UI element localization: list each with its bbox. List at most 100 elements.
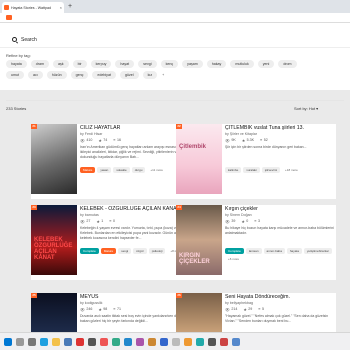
story-card[interactable]: #5 MEYUS by kodigusslik 👁 246 ★ 98 ≡ 71 Duvarda a… bbox=[31, 293, 191, 332]
task-view-icon[interactable] bbox=[28, 338, 36, 346]
tag-chip[interactable]: kız bbox=[142, 71, 158, 79]
app-icon[interactable] bbox=[76, 338, 84, 346]
tag-chip[interactable]: mutluluk bbox=[230, 60, 254, 68]
store-icon[interactable] bbox=[64, 338, 72, 346]
rank-badge: #1 bbox=[31, 124, 37, 129]
app-icon[interactable] bbox=[112, 338, 120, 346]
new-tab-button[interactable]: + bbox=[68, 2, 72, 11]
app-icon[interactable] bbox=[184, 338, 192, 346]
tag-chip[interactable]: hayata bbox=[6, 60, 27, 68]
app-icon[interactable] bbox=[220, 338, 228, 346]
story-title[interactable]: KELEBEK - ÖZGÜRLÜĞE AÇILAN KANAT (... bbox=[80, 206, 190, 212]
story-author[interactable]: by Ferdi Hisar bbox=[80, 132, 190, 136]
story-cover-image[interactable]: #6 bbox=[176, 293, 222, 332]
tag-chip[interactable]: dram bbox=[30, 60, 49, 68]
close-tab-icon[interactable]: × bbox=[60, 5, 62, 10]
story-tag-chip[interactable]: şiirsevimi bbox=[261, 166, 281, 173]
app-icon[interactable] bbox=[160, 338, 168, 346]
tag-chip[interactable]: güzel bbox=[119, 71, 139, 79]
story-cover-image[interactable]: #4 KIRGIN ÇİÇEKLER bbox=[176, 205, 222, 275]
tags-label: Refine by tag: bbox=[6, 53, 31, 58]
story-tag-chip[interactable]: psikoloji bbox=[148, 247, 166, 254]
story-card[interactable]: #4 KIRGIN ÇİÇEKLER Kırgın çiçekler by Sinem… bbox=[176, 205, 336, 280]
story-card[interactable]: #3 KELEBEK ÖZGÜRLÜĞE AÇILAN KANAT KELEBEK … bbox=[31, 205, 191, 280]
story-tag-chip[interactable]: lamsan bbox=[245, 247, 262, 254]
app-icon[interactable] bbox=[124, 338, 132, 346]
story-cover-image[interactable]: #3 KELEBEK ÖZGÜRLÜĞE AÇILAN KANAT bbox=[31, 205, 77, 275]
story-title[interactable]: CİLİZ HAYATLAR bbox=[80, 125, 190, 131]
stat-reads: 👁 27 bbox=[80, 219, 90, 224]
story-stats: 👁 27 ★ 1 ≡ 0 bbox=[80, 219, 190, 224]
story-title[interactable]: Kırgın çiçekler bbox=[225, 206, 335, 212]
story-tags: Mature yasan sokakte durgu +11 more bbox=[80, 166, 190, 173]
tag-chip[interactable]: umut bbox=[6, 71, 24, 79]
app-icon[interactable] bbox=[100, 338, 108, 346]
story-tag-chip[interactable]: yetiştimebiranlar bbox=[303, 247, 332, 254]
tag-chip[interactable]: hakay bbox=[206, 60, 227, 68]
app-icon[interactable] bbox=[232, 338, 240, 346]
story-author[interactable]: by barnutas bbox=[80, 213, 190, 217]
tag-chip[interactable]: edebiyat bbox=[92, 71, 116, 79]
reads-icon: 👁 bbox=[225, 219, 230, 224]
tag-chip[interactable]: drom bbox=[278, 60, 297, 68]
story-tag-chip[interactable]: vuralaki bbox=[243, 166, 260, 173]
story-tag-chip[interactable]: durgu bbox=[131, 166, 146, 173]
story-card[interactable]: #1 CİLİZ HAYATLAR by Ferdi Hisar 👁 410 ★ 74 ≡ 16… bbox=[31, 124, 191, 199]
story-card[interactable]: #2 Çitlembik ÇITLEMBİK vuslat Tuna şiirler… bbox=[176, 124, 336, 199]
app-icon[interactable] bbox=[208, 338, 216, 346]
tag-chip[interactable]: yeni bbox=[257, 60, 275, 68]
story-cover-image[interactable]: #5 bbox=[31, 293, 77, 332]
app-icon[interactable] bbox=[172, 338, 180, 346]
story-tag-chip[interactable]: yasan bbox=[97, 166, 112, 173]
story-author[interactable]: by kodigusslik bbox=[80, 301, 190, 305]
address-bar[interactable] bbox=[0, 13, 350, 23]
story-cover-image[interactable]: #1 bbox=[31, 124, 77, 194]
edge-icon[interactable] bbox=[40, 338, 48, 346]
sort-dropdown[interactable]: Sort by: Hot▾ bbox=[294, 106, 318, 111]
tag-chip[interactable]: bir bbox=[72, 60, 87, 68]
file-explorer-icon[interactable] bbox=[52, 338, 60, 346]
more-tags-button[interactable]: + bbox=[161, 71, 165, 79]
app-icon[interactable] bbox=[136, 338, 144, 346]
stat-value: 5 bbox=[261, 307, 264, 311]
stat-value: 410 bbox=[86, 138, 93, 142]
more-tags-link[interactable]: +6 more bbox=[225, 256, 242, 262]
browser-tab[interactable]: Hayata Stories - Wattpad × bbox=[2, 2, 64, 13]
tag-chip[interactable]: genç bbox=[70, 71, 89, 79]
more-tags-link[interactable]: +18 more bbox=[282, 167, 301, 173]
story-title[interactable]: ÇITLEMBİK vuslat Tuna şiirleri 13. bbox=[225, 125, 335, 131]
story-tag-chip[interactable]: sokakte bbox=[113, 166, 130, 173]
story-tag-chip[interactable]: özgür bbox=[133, 247, 147, 254]
app-icon[interactable] bbox=[88, 338, 96, 346]
tag-chip[interactable]: kenç bbox=[160, 60, 179, 68]
tag-chip[interactable]: kerpuy bbox=[90, 60, 112, 68]
search-icon[interactable] bbox=[12, 37, 17, 42]
app-icon[interactable] bbox=[196, 338, 204, 346]
search-label[interactable]: Search bbox=[21, 37, 37, 43]
story-tag-chip[interactable]: hayata bbox=[286, 247, 302, 254]
story-author[interactable]: by beliyaphekbag bbox=[225, 301, 335, 305]
windows-start-icon[interactable] bbox=[4, 338, 12, 346]
story-card[interactable]: #6 Seni Hayata Döndüreceğim. by beliyaphek… bbox=[176, 293, 336, 332]
tag-chip[interactable]: hayat bbox=[115, 60, 135, 68]
story-author[interactable]: by Şiirler ve Kitaplar bbox=[225, 132, 335, 136]
rank-badge: #6 bbox=[176, 293, 182, 298]
story-tag-chip[interactable]: kalimbe bbox=[225, 166, 242, 173]
story-tag-chip[interactable]: annor-baba bbox=[263, 247, 285, 254]
tag-chip[interactable]: hüzün bbox=[46, 71, 67, 79]
tag-chip[interactable]: yaşam bbox=[182, 60, 203, 68]
story-tag-chip[interactable]: sevgi bbox=[118, 247, 132, 254]
tag-chip[interactable]: sevgi bbox=[138, 60, 157, 68]
story-description: "Hayamalı güzel." "Nefes almak çok güzel… bbox=[225, 313, 329, 323]
stat-value: 3 bbox=[257, 219, 260, 223]
story-title[interactable]: MEYUS bbox=[80, 294, 190, 300]
story-title[interactable]: Seni Hayata Döndüreceğim. bbox=[225, 294, 335, 300]
story-cover-image[interactable]: #2 Çitlembik bbox=[176, 124, 222, 194]
tag-chip[interactable]: aşk bbox=[53, 60, 69, 68]
reads-icon: 👁 bbox=[80, 219, 85, 224]
more-tags-link[interactable]: +11 more bbox=[147, 167, 166, 173]
search-icon[interactable] bbox=[16, 338, 24, 346]
app-icon[interactable] bbox=[148, 338, 156, 346]
tag-chip[interactable]: acı bbox=[28, 71, 43, 79]
story-author[interactable]: by Sinem Doğan bbox=[225, 213, 335, 217]
